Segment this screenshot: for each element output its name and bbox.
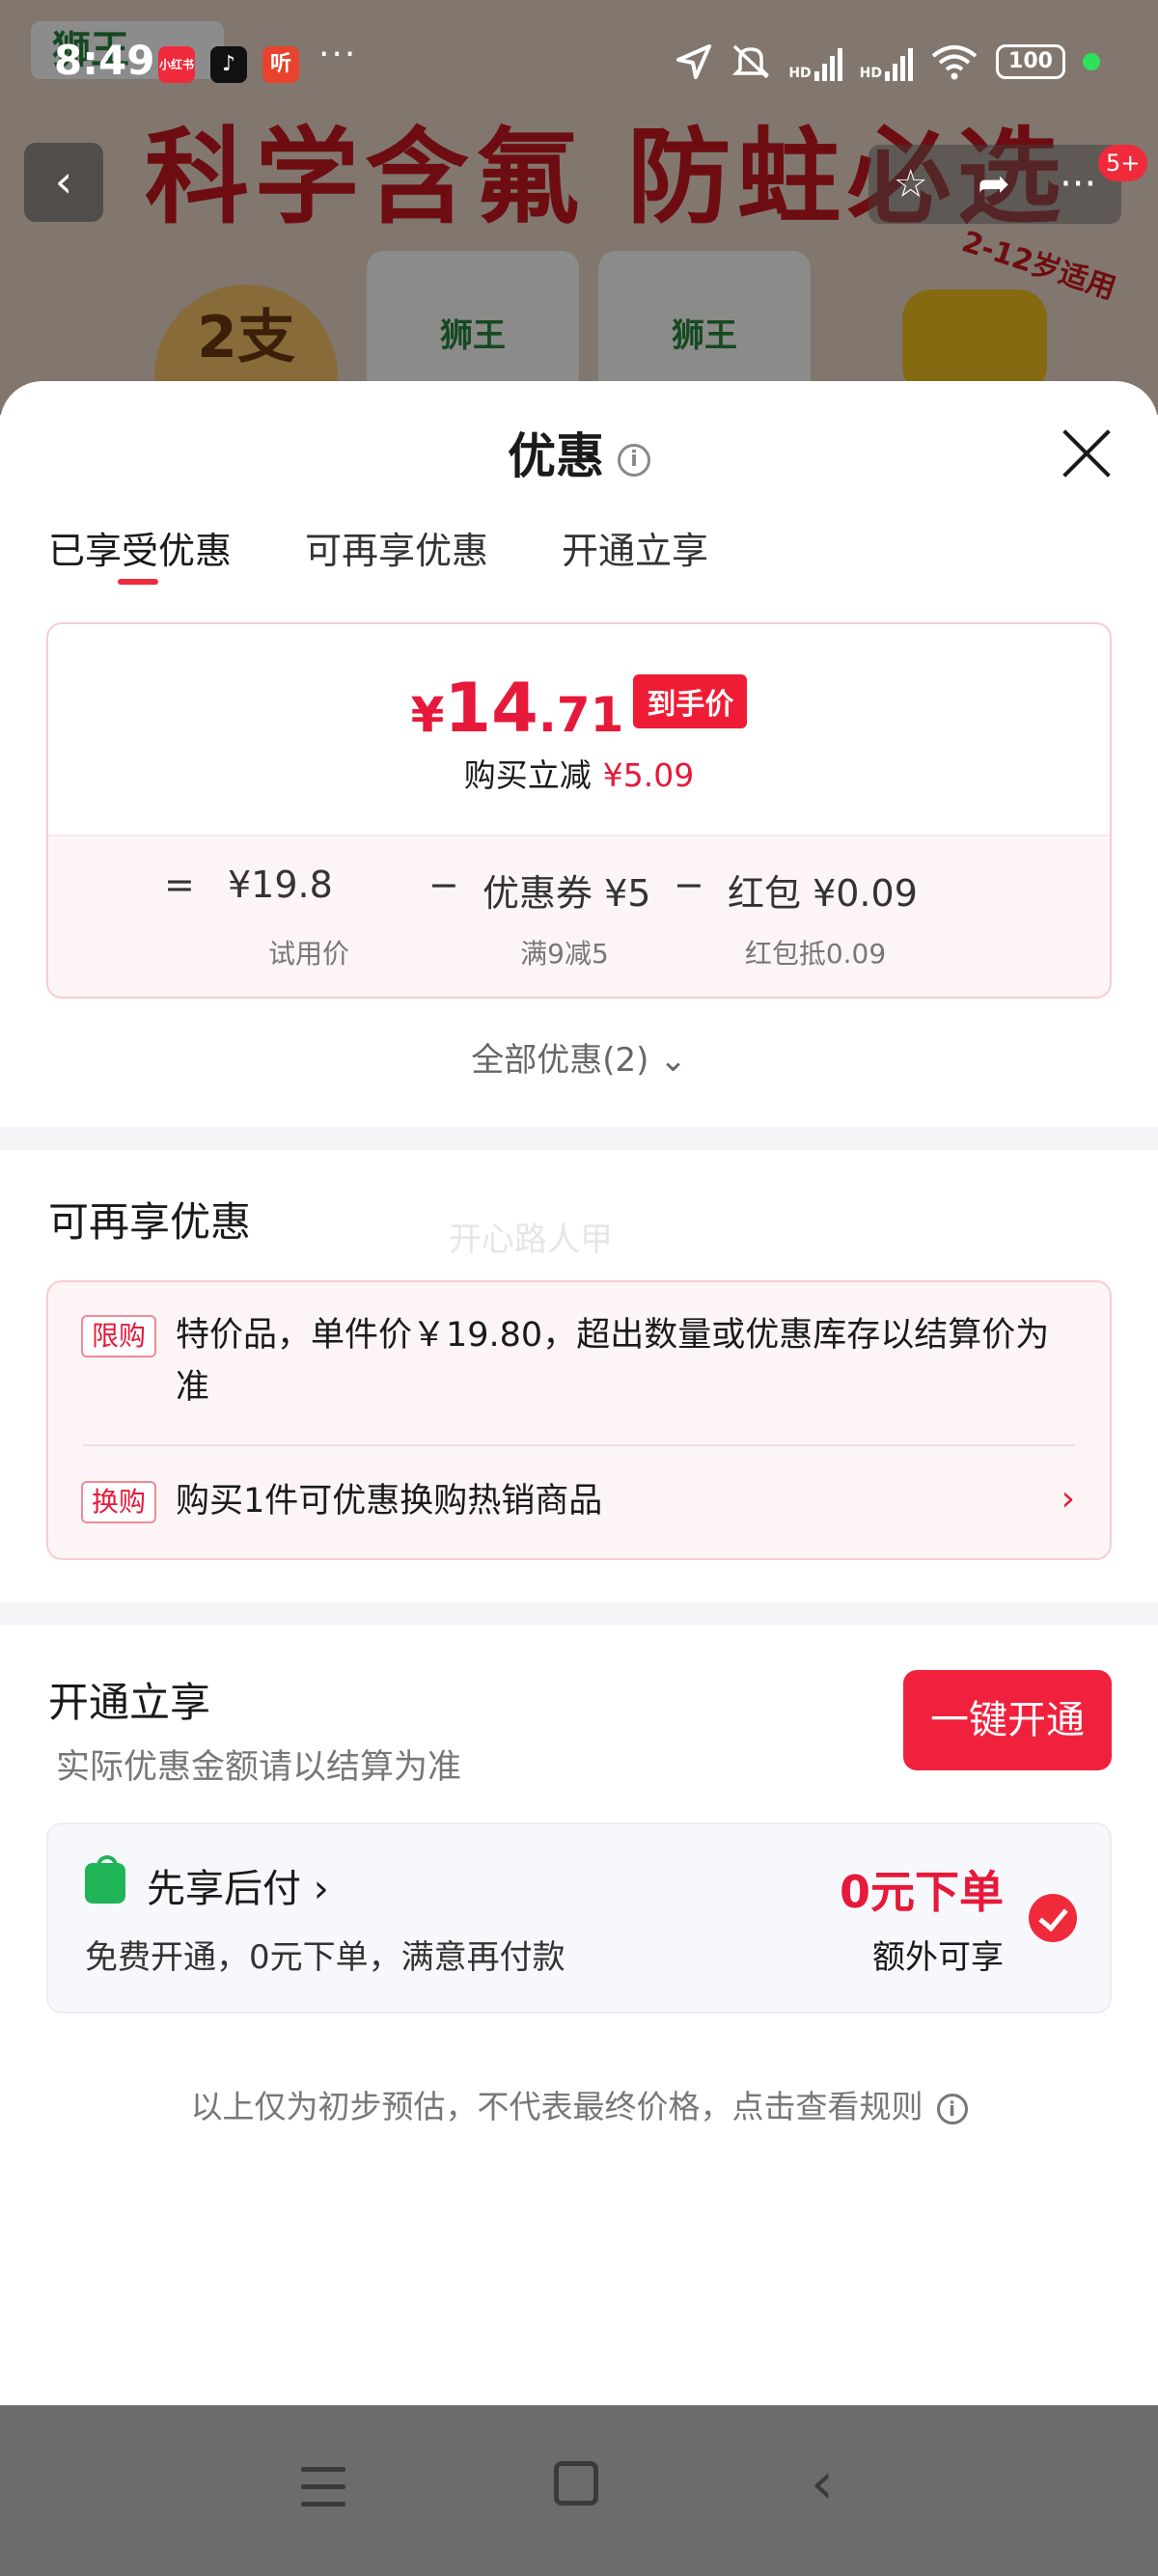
more-notifications-icon: ··· xyxy=(318,35,358,74)
discount-tabs: 已享受优惠 可再享优惠 开通立享 xyxy=(48,521,708,585)
info-icon[interactable]: i xyxy=(936,2093,968,2124)
tab-more-discounts[interactable]: 可再享优惠 xyxy=(305,521,488,574)
more-icon[interactable]: ··· xyxy=(1060,162,1096,206)
breakdown-operator: − xyxy=(674,863,704,906)
pay-later-desc: 免费开通，0元下单，满意再付款 xyxy=(85,1938,565,1977)
extra-section-title: 可再享优惠 xyxy=(48,1198,252,1246)
signal-icon: HD xyxy=(860,42,913,81)
breakdown-value: 优惠券 ¥5 xyxy=(482,872,651,915)
battery-indicator: 100 xyxy=(996,44,1065,79)
menu-icon[interactable] xyxy=(301,2467,345,2507)
info-icon[interactable]: i xyxy=(618,443,650,477)
tab-open-enjoy[interactable]: 开通立享 xyxy=(562,521,708,574)
exchange-tag: 换购 xyxy=(81,1481,156,1523)
user-watermark: 开心路人甲 xyxy=(449,1220,613,1259)
location-icon xyxy=(676,44,712,79)
breakdown-value: ¥19.8 xyxy=(228,863,333,906)
section-divider xyxy=(0,1603,1158,1626)
price-card: ¥14.71 到手价 购买立减 ¥5.09 = ¥19.8 试用价 − 优惠券 ¥5… xyxy=(46,622,1112,999)
douyin-icon: ♪ xyxy=(210,46,247,83)
breakdown-operator: − xyxy=(428,863,459,906)
discount-sheet: 优惠 i 已享受优惠 可再享优惠 开通立享 ¥14.71 到手价 购买立减 ¥5.09… xyxy=(0,381,1158,2405)
share-icon[interactable]: ➦ xyxy=(978,162,1010,206)
notification-count-badge: 5+ xyxy=(1098,145,1148,181)
limit-tag: 限购 xyxy=(81,1315,156,1357)
all-offers-toggle[interactable]: 全部优惠(2) ⌄ xyxy=(0,1033,1158,1081)
sheet-title-text: 优惠 xyxy=(508,428,604,484)
price-integer: 14 xyxy=(444,669,538,748)
system-nav-bar: ‹ xyxy=(0,2405,1158,2576)
rules-note[interactable]: 以上仅为初步预估，不代表最终价格，点击查看规则 i xyxy=(0,2081,1158,2127)
rules-note-text[interactable]: 以上仅为初步预估，不代表最终价格，点击查看规则 xyxy=(191,2088,924,2125)
chevron-right-icon[interactable]: › xyxy=(1062,1479,1075,1519)
shopping-bag-icon xyxy=(85,1855,125,1904)
pay-later-card[interactable]: 先享后付 › 免费开通，0元下单，满意再付款 0元下单 额外可享 xyxy=(46,1822,1112,2014)
one-click-open-button[interactable]: 一键开通 xyxy=(903,1670,1112,1770)
open-section-subtitle: 实际优惠金额请以结算为准 xyxy=(56,1748,462,1787)
back-button[interactable]: ‹ xyxy=(24,143,103,222)
section-divider xyxy=(0,1127,1158,1150)
mute-icon xyxy=(732,44,770,79)
extra-offers-card: 限购 特价品，单件价￥19.80，超出数量或优惠库存以结算价为准 换购 购买1件… xyxy=(46,1280,1112,1560)
favorite-star-icon[interactable]: ☆ xyxy=(894,162,928,206)
pay-later-title[interactable]: 先享后付 › xyxy=(147,1857,329,1913)
breakdown-label: 红包抵0.09 xyxy=(744,938,887,970)
sheet-title: 优惠 i xyxy=(0,418,1158,487)
status-time: 8:49 xyxy=(54,37,155,84)
breakdown-label: 满9减5 xyxy=(520,938,609,970)
exchange-offer-link[interactable]: 购买1件可优惠换购热销商品 xyxy=(176,1475,602,1527)
breakdown-operator: = xyxy=(164,863,195,906)
final-price-tag: 到手价 xyxy=(633,674,748,728)
tab-enjoyed[interactable]: 已享受优惠 xyxy=(48,521,232,585)
price-currency: ¥ xyxy=(410,687,445,743)
reduction-label: 购买立减 xyxy=(463,756,592,794)
zero-yuan-order: 0元下单 xyxy=(839,1866,1004,1918)
extra-benefit: 额外可享 xyxy=(872,1938,1004,1977)
screen: 狮王 科学含氟 防蛀必选 2支 100g 狮王 狮王 2-12岁适用 8:49 … xyxy=(0,0,1158,2576)
privacy-indicator-icon xyxy=(1083,53,1100,70)
ting-icon: 听 xyxy=(262,46,299,83)
final-price: ¥14.71 到手价 xyxy=(48,669,1110,748)
price-decimal: .71 xyxy=(538,687,624,743)
offer-divider xyxy=(83,1444,1075,1446)
open-section-title: 开通立享 xyxy=(48,1679,211,1726)
status-bar: 8:49 小红书 ♪ 听 ··· HD HD 100 xyxy=(0,0,1158,130)
price-breakdown: = ¥19.8 试用价 − 优惠券 ¥5 满9减5 − 红包 ¥0.09 红包抵… xyxy=(48,835,1110,997)
home-icon[interactable] xyxy=(554,2461,598,2506)
wifi-icon xyxy=(931,45,978,80)
xiaohongshu-icon: 小红书 xyxy=(158,46,195,83)
check-icon[interactable] xyxy=(1029,1894,1077,1942)
signal-icon: HD xyxy=(788,42,842,81)
breakdown-label: 试用价 xyxy=(267,938,350,970)
breakdown-value: 红包 ¥0.09 xyxy=(728,872,918,915)
instant-reduction: 购买立减 ¥5.09 xyxy=(48,750,1110,796)
limit-offer-text: 特价品，单件价￥19.80，超出数量或优惠库存以结算价为准 xyxy=(176,1316,1050,1407)
reduction-value: ¥5.09 xyxy=(602,756,695,794)
status-icons: HD HD 100 xyxy=(675,42,1100,81)
back-icon[interactable]: ‹ xyxy=(811,2450,834,2517)
page-actions: ☆ ➦ ··· xyxy=(868,145,1121,224)
close-icon[interactable] xyxy=(1052,420,1119,487)
